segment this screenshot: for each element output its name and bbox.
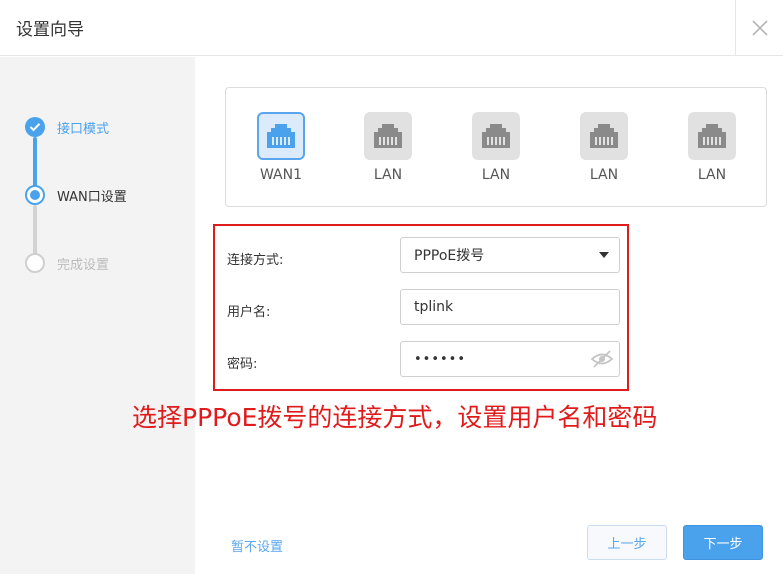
ethernet-port-icon (257, 112, 305, 160)
username-input[interactable]: tplink (400, 289, 620, 325)
port-selector: WAN1 LAN LAN LAN LAN (225, 87, 767, 207)
password-value: •••••• (414, 351, 467, 367)
connection-type-value: PPPoE拨号 (414, 248, 485, 264)
step-label: 完成设置 (57, 257, 110, 273)
connection-type-label: 连接方式: (227, 253, 284, 268)
port-lan4[interactable]: LAN (677, 112, 747, 183)
username-label: 用户名: (227, 305, 271, 320)
wizard-sidebar: 接口模式 WAN口设置 完成设置 (0, 57, 195, 574)
ethernet-port-icon (580, 112, 628, 160)
connection-type-select[interactable]: PPPoE拨号 (400, 237, 620, 273)
current-step-icon (25, 185, 45, 205)
chevron-down-icon (599, 252, 609, 258)
step-label: 接口模式 (57, 121, 110, 137)
port-lan1[interactable]: LAN (353, 112, 423, 183)
ethernet-port-icon (688, 112, 736, 160)
dialog-title: 设置向导 (16, 20, 84, 40)
port-lan3[interactable]: LAN (569, 112, 639, 183)
previous-button[interactable]: 上一步 (587, 525, 667, 560)
pending-step-icon (25, 253, 45, 273)
step-interface-mode[interactable]: 接口模式 (25, 117, 109, 137)
port-label: WAN1 (259, 167, 303, 183)
step-label: WAN口设置 (57, 189, 127, 205)
skip-setup-link[interactable]: 暂不设置 (231, 536, 283, 555)
wan-form-highlight: 连接方式: PPPoE拨号 用户名: tplink 密码: •••••• (213, 224, 629, 391)
close-button[interactable] (735, 0, 783, 56)
instruction-annotation: 选择PPPoE拨号的连接方式，设置用户名和密码 (132, 403, 658, 432)
eye-slash-icon[interactable] (590, 349, 614, 373)
port-label: LAN (481, 167, 511, 183)
ethernet-port-icon (364, 112, 412, 160)
username-value: tplink (414, 299, 454, 315)
step-wan-settings[interactable]: WAN口设置 (25, 185, 127, 205)
check-icon (25, 117, 45, 137)
port-label: LAN (589, 167, 619, 183)
ethernet-port-icon (472, 112, 520, 160)
port-label: LAN (697, 167, 727, 183)
dialog-header: 设置向导 (0, 0, 783, 56)
port-lan2[interactable]: LAN (461, 112, 531, 183)
next-button[interactable]: 下一步 (683, 525, 763, 560)
step-finish: 完成设置 (25, 253, 109, 273)
port-wan1[interactable]: WAN1 (246, 112, 316, 183)
password-label: 密码: (227, 357, 258, 372)
close-icon (751, 20, 768, 36)
password-input[interactable]: •••••• (400, 341, 620, 377)
port-label: LAN (373, 167, 403, 183)
